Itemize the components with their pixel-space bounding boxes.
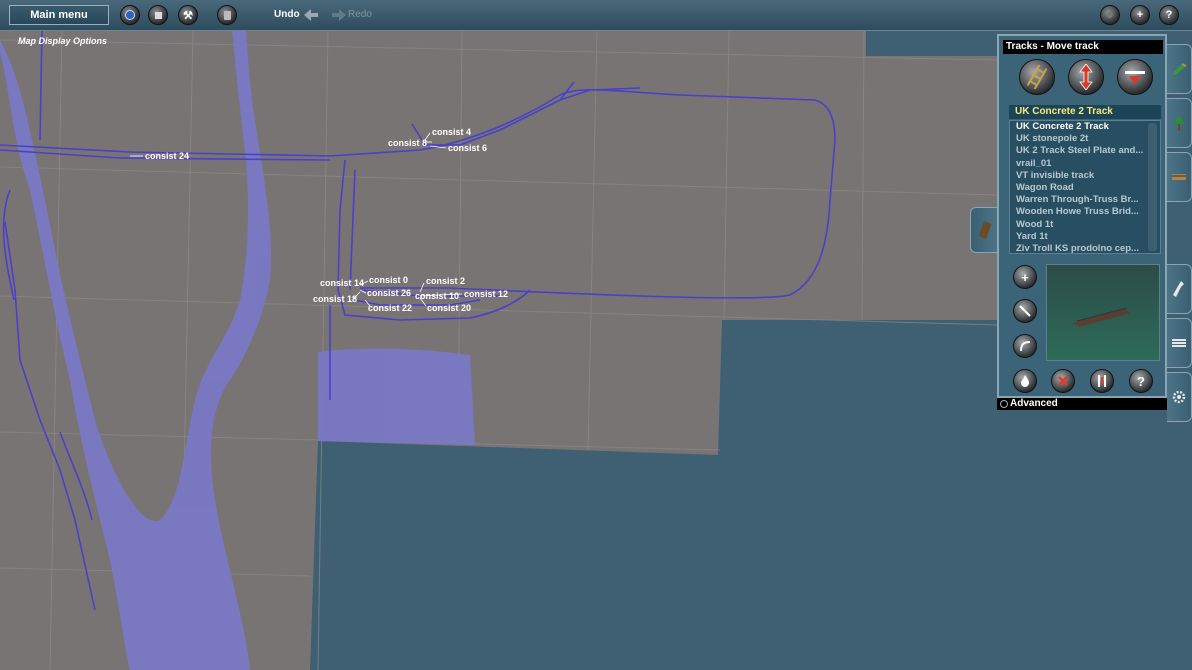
plus-icon: + bbox=[1021, 269, 1029, 285]
panel-title: Tracks - Move track bbox=[1003, 40, 1163, 54]
list-item[interactable]: Wagon Road bbox=[1010, 182, 1148, 194]
consist-label[interactable]: consist 24 bbox=[145, 151, 189, 161]
list-item[interactable]: vrail_01 bbox=[1010, 158, 1148, 170]
question-icon: ? bbox=[1165, 9, 1173, 21]
consist-label[interactable]: consist 6 bbox=[448, 143, 487, 153]
track-ladder-icon bbox=[1027, 65, 1047, 89]
globe-icon bbox=[125, 10, 135, 20]
tracks-panel: Tracks - Move track UK Concrete 2 Track … bbox=[997, 34, 1167, 398]
stop-icon bbox=[154, 11, 162, 19]
wrench-icon: ⚒ bbox=[183, 9, 193, 22]
redo-arrow-icon[interactable] bbox=[332, 9, 346, 21]
lights-button[interactable] bbox=[1100, 5, 1120, 25]
list-scrollbar[interactable] bbox=[1148, 123, 1157, 251]
stop-button[interactable] bbox=[148, 5, 168, 25]
selected-track-name: UK Concrete 2 Track bbox=[1009, 105, 1161, 119]
panel-help-button[interactable]: ? bbox=[1129, 369, 1153, 393]
rail-icon bbox=[1172, 174, 1186, 180]
track-height-button[interactable] bbox=[1068, 59, 1104, 95]
list-item[interactable]: UK Concrete 2 Track bbox=[1010, 121, 1148, 133]
list-item[interactable]: UK 2 Track Steel Plate and... bbox=[1010, 145, 1148, 157]
curve-icon bbox=[1020, 341, 1031, 352]
consist-label[interactable]: consist 0 bbox=[369, 275, 408, 285]
delete-track-button[interactable] bbox=[1051, 369, 1075, 393]
split-icon bbox=[1098, 375, 1106, 387]
consist-label[interactable]: consist 26 bbox=[367, 288, 411, 298]
consist-label[interactable]: consist 18 bbox=[313, 294, 357, 304]
help-button[interactable]: ? bbox=[1159, 5, 1179, 25]
delete-button[interactable] bbox=[217, 5, 237, 25]
list-item[interactable]: Wooden Howe Truss Brid... bbox=[1010, 206, 1148, 218]
tab-tracks[interactable] bbox=[1167, 152, 1192, 202]
flame-icon bbox=[1021, 375, 1029, 387]
tab-settings[interactable] bbox=[1167, 372, 1192, 422]
tree-icon bbox=[1173, 115, 1185, 131]
preview-track-model bbox=[1073, 307, 1131, 327]
consist-label[interactable]: consist 2 bbox=[426, 276, 465, 286]
radio-icon bbox=[1000, 400, 1008, 408]
tab-paint[interactable] bbox=[1167, 44, 1192, 94]
flatten-icon bbox=[1125, 71, 1145, 84]
list-item[interactable]: Wood 1t bbox=[1010, 219, 1148, 231]
list-item[interactable]: Warren Through-Truss Br... bbox=[1010, 194, 1148, 206]
close-icon bbox=[1058, 376, 1068, 386]
redo-button[interactable]: Redo bbox=[348, 9, 372, 20]
tools-button[interactable]: ⚒ bbox=[178, 5, 198, 25]
paint-brush-icon bbox=[1172, 63, 1187, 75]
straight-line-icon bbox=[1019, 305, 1031, 317]
split-track-button[interactable] bbox=[1090, 369, 1114, 393]
list-item[interactable]: UK stonepole 2t bbox=[1010, 133, 1148, 145]
fire-button[interactable] bbox=[1013, 369, 1037, 393]
consist-label[interactable]: consist 10 bbox=[415, 291, 459, 301]
driver-mode-button[interactable] bbox=[120, 5, 140, 25]
consist-label[interactable]: consist 14 bbox=[320, 278, 364, 288]
collapse-panel-tab[interactable] bbox=[970, 207, 998, 253]
undo-button[interactable]: Undo bbox=[274, 9, 300, 20]
top-toolbar: Main menu ⚒ Undo Redo + ? bbox=[0, 0, 1192, 31]
sun-icon bbox=[1107, 12, 1113, 18]
flatten-track-button[interactable] bbox=[1117, 59, 1153, 95]
wrench-icon bbox=[1173, 281, 1184, 297]
consist-label[interactable]: consist 12 bbox=[464, 289, 508, 299]
list-item[interactable]: Ziv Troll KS prodolno cep... bbox=[1010, 243, 1148, 253]
advanced-label: Advanced bbox=[1010, 398, 1058, 409]
tab-layers[interactable] bbox=[1167, 318, 1192, 368]
lay-track-button[interactable] bbox=[1019, 59, 1055, 95]
list-item[interactable]: VT invisible track bbox=[1010, 170, 1148, 182]
curve-track-button[interactable] bbox=[1013, 334, 1037, 358]
tab-tools[interactable] bbox=[1167, 264, 1192, 314]
plus-icon: + bbox=[1136, 9, 1144, 21]
add-button[interactable]: + bbox=[1130, 5, 1150, 25]
trash-icon bbox=[223, 10, 231, 20]
gear-icon bbox=[1172, 390, 1186, 404]
height-arrows-icon bbox=[1079, 64, 1093, 90]
list-item[interactable]: Yard 1t bbox=[1010, 231, 1148, 243]
undo-arrow-icon[interactable] bbox=[304, 9, 318, 21]
track-preview bbox=[1046, 264, 1160, 361]
add-track-button[interactable]: + bbox=[1013, 265, 1037, 289]
advanced-toggle[interactable]: Advanced bbox=[997, 398, 1167, 410]
track-piece-icon bbox=[978, 221, 991, 239]
consist-label[interactable]: consist 8 bbox=[388, 138, 427, 148]
map-display-options-link[interactable]: Map Display Options bbox=[18, 36, 107, 46]
layers-icon bbox=[1172, 339, 1186, 347]
straight-track-button[interactable] bbox=[1013, 299, 1037, 323]
consist-label[interactable]: consist 4 bbox=[432, 127, 471, 137]
consist-label[interactable]: consist 20 bbox=[427, 303, 471, 313]
tab-objects[interactable] bbox=[1167, 98, 1192, 148]
question-icon: ? bbox=[1137, 373, 1145, 389]
main-menu-button[interactable]: Main menu bbox=[9, 5, 109, 25]
track-list[interactable]: UK Concrete 2 Track UK stonepole 2t UK 2… bbox=[1009, 120, 1161, 254]
consist-label[interactable]: consist 22 bbox=[368, 303, 412, 313]
